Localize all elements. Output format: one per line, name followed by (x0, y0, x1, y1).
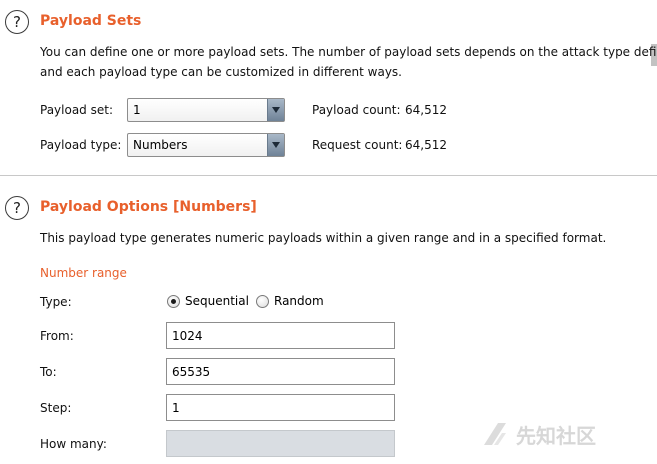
payload-sets-title: Payload Sets (40, 13, 142, 29)
payload-count-value: 64,512 (405, 103, 447, 117)
section-divider (0, 175, 657, 176)
xianzhi-logo-icon (484, 423, 506, 445)
payload-type-value: Numbers (133, 138, 188, 152)
chevron-down-icon[interactable] (267, 134, 284, 156)
payload-sets-help-icon[interactable]: ? (5, 10, 29, 34)
payload-options-help-icon[interactable]: ? (5, 196, 29, 220)
request-count-value: 64,512 (405, 138, 447, 152)
payload-sets-description-line1: You can define one or more payload sets.… (40, 45, 657, 59)
type-random-label: Random (274, 294, 324, 308)
payload-type-select[interactable]: Numbers (127, 133, 285, 157)
payload-options-description: This payload type generates numeric payl… (40, 231, 607, 245)
step-label: Step: (40, 401, 72, 415)
payload-type-label: Payload type: (40, 138, 122, 152)
number-range-heading: Number range (40, 266, 127, 280)
request-count-label: Request count: (312, 138, 403, 152)
how-many-label: How many: (40, 437, 107, 451)
radio-checked-icon[interactable] (167, 294, 180, 308)
type-sequential-radio[interactable]: Sequential (167, 294, 249, 308)
payload-set-value: 1 (133, 103, 141, 117)
payload-set-label: Payload set: (40, 103, 113, 117)
from-input[interactable]: 1024 (166, 322, 395, 349)
watermark: 先知社区 (480, 419, 596, 449)
how-many-input (166, 430, 395, 457)
to-input[interactable]: 65535 (166, 358, 395, 385)
chevron-down-icon[interactable] (267, 99, 284, 121)
type-sequential-label: Sequential (185, 294, 249, 308)
type-label: Type: (40, 295, 72, 309)
payload-sets-description-line2: and each payload type can be customized … (40, 65, 402, 79)
step-input[interactable]: 1 (166, 394, 395, 421)
to-label: To: (40, 365, 57, 379)
type-random-radio[interactable]: Random (256, 294, 324, 308)
payload-set-select[interactable]: 1 (127, 98, 285, 122)
radio-unchecked-icon[interactable] (256, 294, 269, 308)
from-label: From: (40, 329, 74, 343)
payload-count-label: Payload count: (312, 103, 401, 117)
burp-intruder-payloads-panel: ? Payload Sets You can define one or mor… (0, 0, 657, 464)
payload-options-title: Payload Options [Numbers] (40, 199, 257, 215)
watermark-text: 先知社区 (516, 423, 596, 448)
